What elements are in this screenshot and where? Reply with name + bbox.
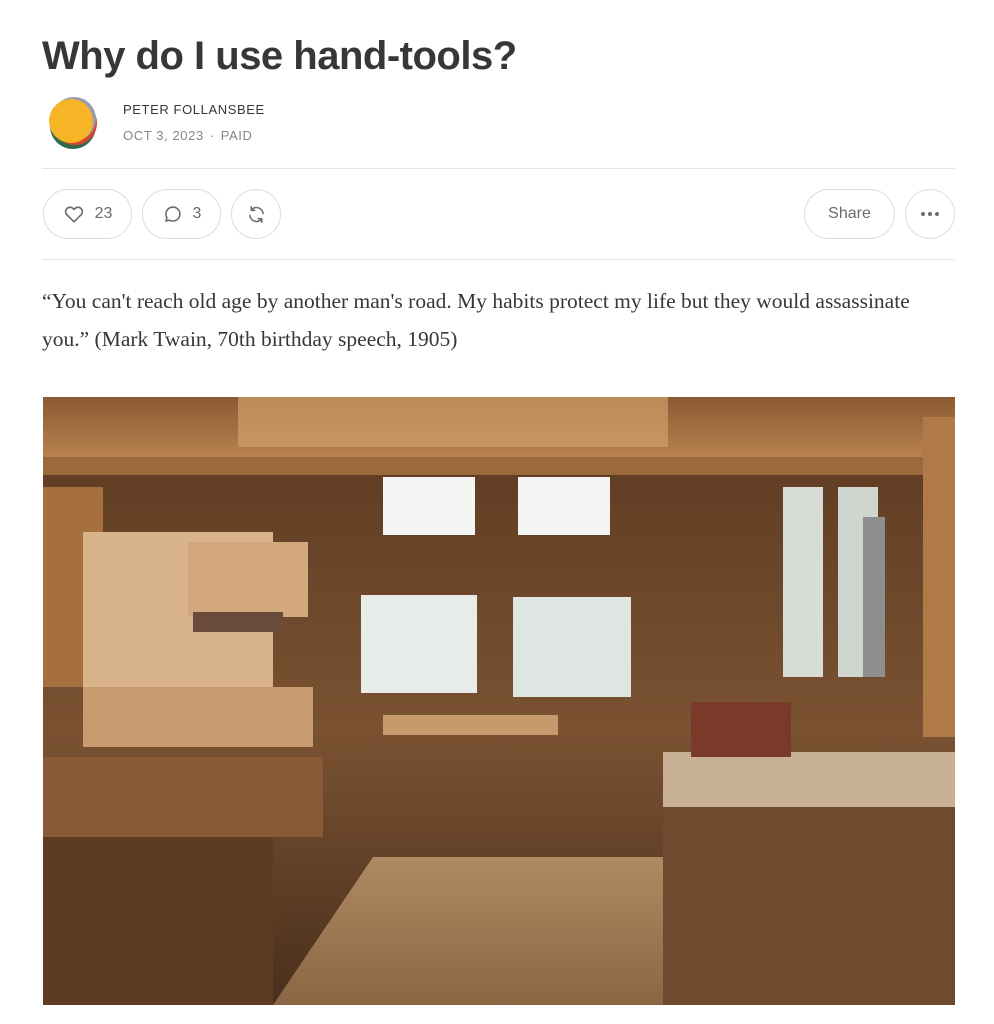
like-button[interactable]: 23 xyxy=(43,189,132,239)
separator-dot: · xyxy=(209,128,215,143)
heart-icon xyxy=(63,203,85,225)
comment-button[interactable]: 3 xyxy=(142,189,221,239)
ellipsis-icon xyxy=(920,211,940,217)
byline: PETER FOLLANSBEE OCT 3, 2023 · PAID xyxy=(46,97,265,149)
author-avatar[interactable] xyxy=(46,97,98,149)
like-count: 23 xyxy=(94,205,113,222)
access-label: PAID xyxy=(220,128,253,143)
more-options-button[interactable] xyxy=(905,189,955,239)
restack-button[interactable] xyxy=(231,189,281,239)
post-date: OCT 3, 2023 xyxy=(123,128,204,143)
divider-bottom xyxy=(42,259,955,260)
share-label: Share xyxy=(828,205,871,222)
comment-count: 3 xyxy=(192,205,202,222)
restack-icon xyxy=(246,204,267,225)
post-quote: “You can't reach old age by another man'… xyxy=(42,289,910,351)
post-meta: PETER FOLLANSBEE OCT 3, 2023 · PAID xyxy=(123,101,265,145)
post-title: Why do I use hand-tools? xyxy=(42,34,517,78)
post-dateline: OCT 3, 2023 · PAID xyxy=(123,127,265,145)
share-button[interactable]: Share xyxy=(804,189,895,239)
author-name[interactable]: PETER FOLLANSBEE xyxy=(123,101,265,119)
divider-top xyxy=(42,168,955,169)
workshop-photo[interactable] xyxy=(43,397,955,1005)
comment-icon xyxy=(162,204,183,225)
